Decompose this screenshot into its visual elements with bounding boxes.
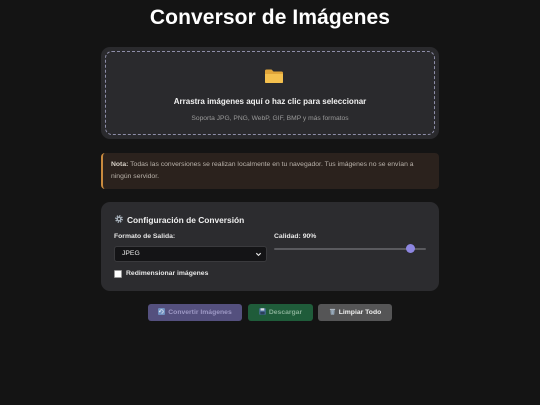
convert-button[interactable]: Convertir Imágenes [148,304,242,321]
settings-title-text: Configuración de Conversión [127,215,245,225]
chevron-down-icon [255,252,262,257]
page-title: Conversor de Imágenes [149,6,391,29]
dropzone-card[interactable]: Arrastra imágenes aquí o haz clic para s… [101,47,439,139]
floppy-disk-icon [259,308,266,315]
quality-slider-thumb[interactable] [406,244,416,253]
quality-label: Calidad: 90% [274,233,317,240]
convert-button-label: Convertir Imágenes [168,309,232,316]
format-select[interactable]: JPEG [114,246,267,262]
conversion-settings-panel: Configuración de Conversión Formato de S… [101,202,439,291]
clear-all-button[interactable]: Limpiar Todo [318,304,392,321]
note-text: Todas las conversiones se realizan local… [111,161,414,180]
format-select-value: JPEG [122,250,140,257]
clear-all-button-label: Limpiar Todo [338,309,382,316]
dropzone-instructions: Arrastra imágenes aquí o haz clic para s… [173,97,367,106]
app-page: Conversor de Imágenes Arrastra imágenes … [0,0,540,405]
download-button-label: Descargar [268,309,303,316]
settings-title: Configuración de Conversión [114,214,244,225]
quality-slider-track [274,248,426,250]
resize-checkbox[interactable] [114,270,122,278]
gear-icon [115,215,123,223]
privacy-note: Nota: Todas las conversiones se realizan… [101,153,439,189]
refresh-icon [158,308,166,315]
quality-slider[interactable] [274,244,426,254]
note-label: Nota: [111,161,129,168]
folder-icon [265,69,283,83]
trash-icon [329,308,335,315]
resize-label: Redimensionar imágenes [126,270,209,277]
dropzone[interactable]: Arrastra imágenes aquí o haz clic para s… [105,51,435,135]
download-button[interactable]: Descargar [248,304,313,321]
format-label: Formato de Salida: [114,233,176,240]
supported-formats-text: Soporta JPG, PNG, WebP, GIF, BMP y más f… [191,115,349,122]
